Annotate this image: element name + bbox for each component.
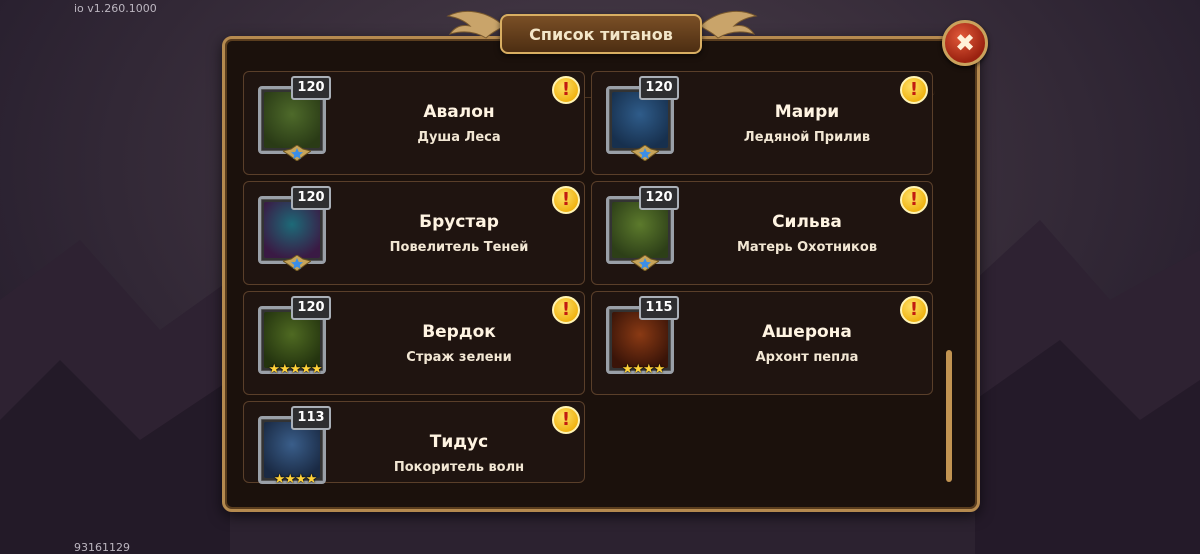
titan-name: Тидус: [429, 432, 489, 452]
titan-card[interactable]: 120 Авалон Душа Леса!: [243, 71, 585, 175]
titan-stars: ★★★★: [273, 472, 318, 487]
titan-portrait-image: [264, 422, 320, 478]
alert-icon[interactable]: !: [900, 296, 928, 324]
titan-portrait-frame: 120: [606, 76, 679, 161]
titan-portrait-image: [264, 202, 320, 258]
alert-icon[interactable]: !: [552, 406, 580, 434]
star-rank-icon: [631, 145, 659, 161]
titan-name: Авалон: [423, 102, 495, 122]
star-rank-icon: [283, 255, 311, 271]
scrollbar[interactable]: [946, 350, 952, 482]
titan-portrait-image: [612, 92, 668, 148]
titan-subtitle: Повелитель Теней: [389, 240, 529, 255]
titan-subtitle: Душа Леса: [417, 130, 501, 145]
left-wing-ornament: [446, 10, 505, 39]
titan-name: Ашерона: [762, 322, 852, 342]
star-rank-icon: [631, 255, 659, 271]
titan-level-badge: 120: [291, 186, 331, 210]
window-title: Список титанов: [500, 14, 702, 54]
titan-level-badge: 120: [291, 296, 331, 320]
titan-name: Сильва: [772, 212, 842, 232]
alert-icon[interactable]: !: [552, 76, 580, 104]
titan-portrait-frame: 120: [258, 186, 331, 271]
player-id-label: 93161129: [74, 541, 130, 554]
titan-portrait-frame: 113 ★★★★: [258, 406, 331, 487]
titan-portrait-frame: 120: [606, 186, 679, 271]
titan-level-badge: 113: [291, 406, 331, 430]
titan-level-badge: 120: [639, 76, 679, 100]
titan-subtitle: Покоритель волн: [393, 460, 525, 475]
titan-name: Маири: [774, 102, 840, 122]
titan-card[interactable]: 120 Маири Ледяной Прилив!: [591, 71, 933, 175]
titan-portrait-image: [264, 92, 320, 148]
titan-card[interactable]: 120 Сильва Матерь Охотников!: [591, 181, 933, 285]
titan-subtitle: Страж зелени: [406, 350, 512, 365]
titan-stars: ★★★★★: [268, 362, 322, 377]
titan-level-badge: 120: [291, 76, 331, 100]
titan-portrait-image: [264, 312, 320, 368]
alert-icon[interactable]: !: [900, 186, 928, 214]
titan-portrait-image: [612, 312, 668, 368]
titan-portrait-frame: 115 ★★★★: [606, 296, 679, 377]
close-button[interactable]: ✖: [942, 20, 988, 66]
alert-icon[interactable]: !: [552, 186, 580, 214]
titan-level-badge: 120: [639, 186, 679, 210]
alert-icon[interactable]: !: [900, 76, 928, 104]
star-rank-icon: [283, 145, 311, 161]
titan-card[interactable]: 120 ★★★★★ Вердок Страж зелени!: [243, 291, 585, 395]
titan-card[interactable]: 120 Брустар Повелитель Теней!: [243, 181, 585, 285]
titan-card[interactable]: 115 ★★★★ Ашерона Архонт пепла!: [591, 291, 933, 395]
titan-portrait-frame: 120: [258, 76, 331, 161]
titan-name: Брустар: [419, 212, 499, 232]
titan-card[interactable]: 113 ★★★★ Тидус Покоритель волн!: [243, 401, 585, 487]
alert-icon[interactable]: !: [552, 296, 580, 324]
titan-stars: ★★★★: [621, 362, 666, 377]
titan-name: Вердок: [422, 322, 496, 342]
titan-level-badge: 115: [639, 296, 679, 320]
right-wing-ornament: [699, 10, 758, 39]
titan-portrait-image: [612, 202, 668, 258]
version-label: io v1.260.1000: [74, 2, 157, 15]
titan-subtitle: Ледяной Прилив: [743, 130, 871, 145]
titan-portrait-frame: 120 ★★★★★: [258, 296, 331, 377]
titan-subtitle: Матерь Охотников: [736, 240, 878, 255]
titan-subtitle: Архонт пепла: [755, 350, 859, 365]
